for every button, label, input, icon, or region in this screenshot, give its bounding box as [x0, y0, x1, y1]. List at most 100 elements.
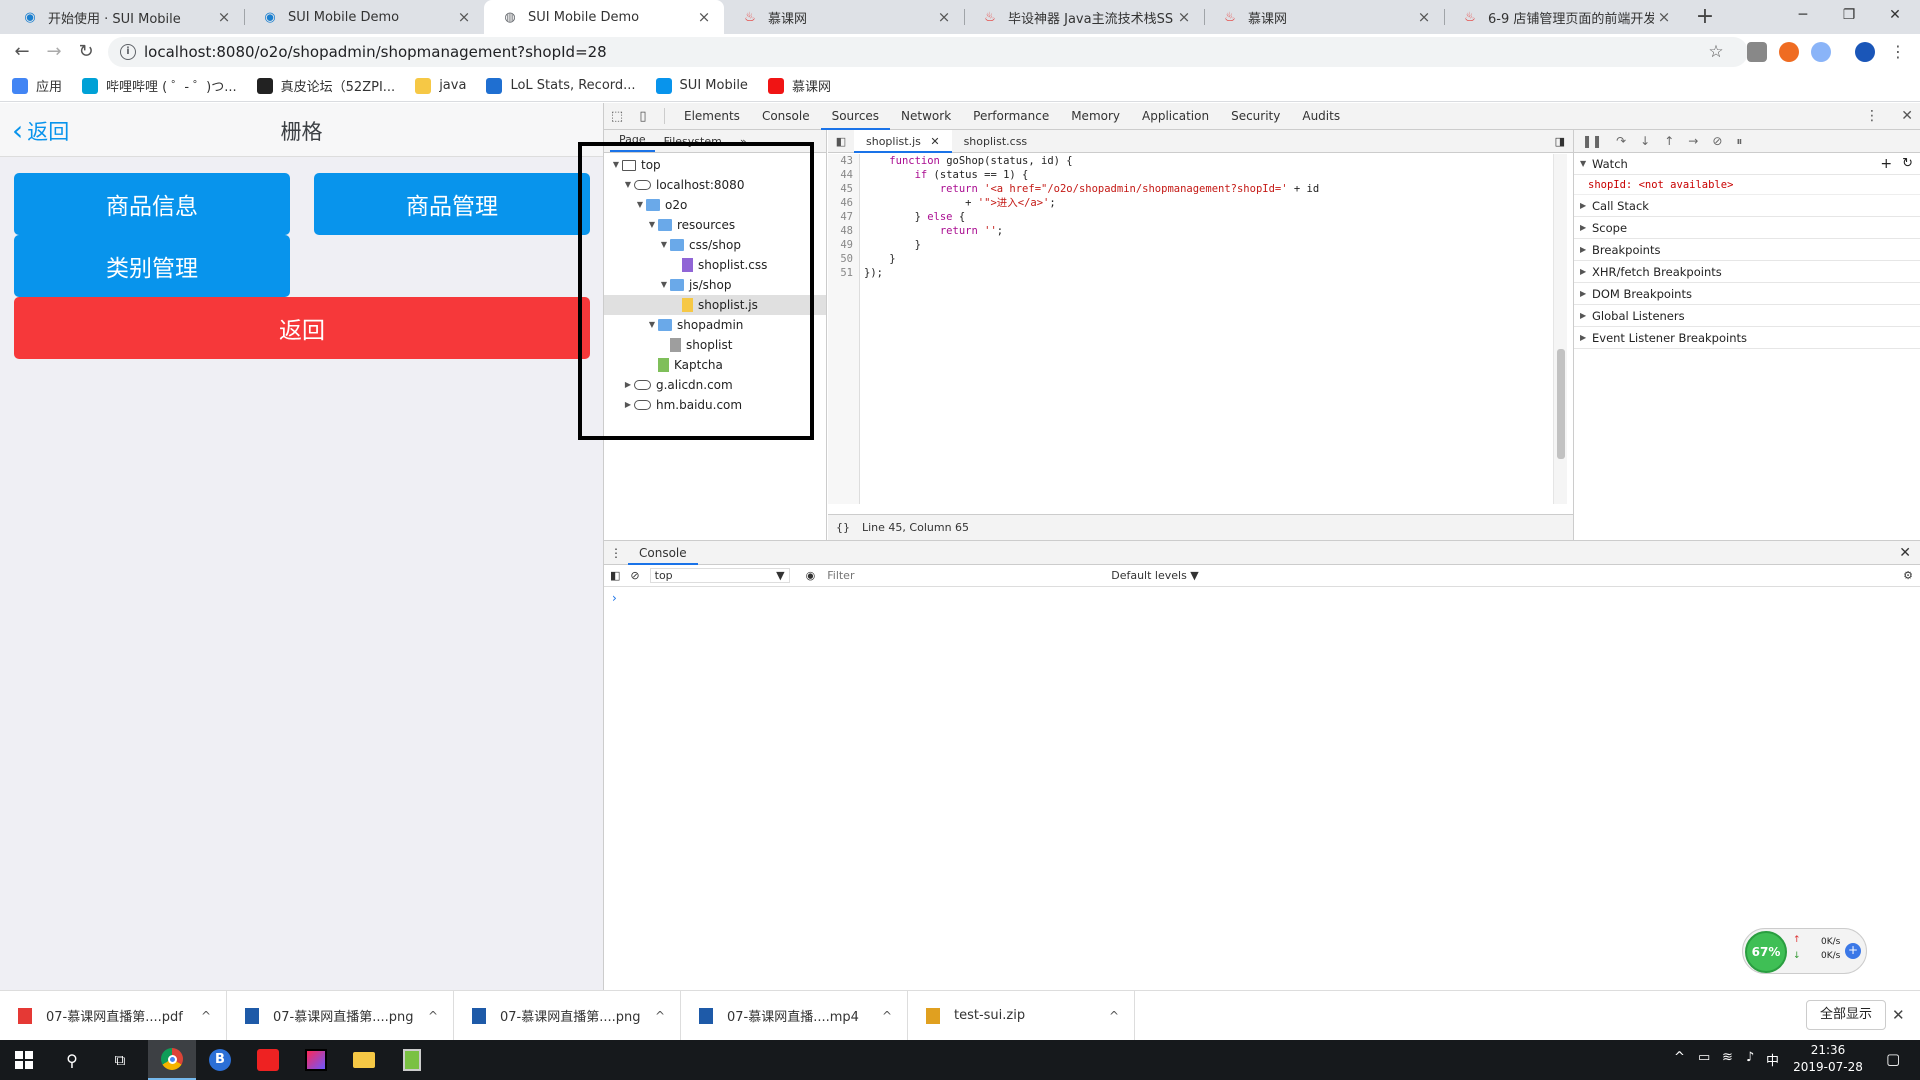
devtools-tab-network[interactable]: Network	[890, 103, 962, 130]
devtools-tab-security[interactable]: Security	[1220, 103, 1291, 130]
devtools-tab-application[interactable]: Application	[1131, 103, 1220, 130]
close-downloads-icon[interactable]: ✕	[1892, 1006, 1905, 1024]
kebab-icon[interactable]: ⋮	[1865, 108, 1879, 124]
browser-tab[interactable]: ♨ 慕课网 ×	[724, 0, 964, 34]
step-icon[interactable]: →	[1688, 134, 1698, 148]
wifi-icon[interactable]: ≋	[1722, 1050, 1733, 1065]
browser-tab[interactable]: ♨ 毕设神器 Java主流技术栈SSM+S×	[964, 0, 1204, 34]
chevron-up-icon[interactable]: ^	[867, 1009, 907, 1023]
pane-header[interactable]: ▶ Global Listeners	[1574, 305, 1920, 327]
search-icon[interactable]: ⚲	[48, 1040, 96, 1080]
return-button[interactable]: 返回	[14, 297, 590, 359]
deactivate-breakpoints-icon[interactable]: ⊘	[1712, 134, 1722, 148]
browser-tab[interactable]: ◉ 开始使用 · SUI Mobile ×	[4, 0, 244, 34]
menu-kebab-icon[interactable]: ⋮	[1884, 38, 1912, 66]
editor-scrollbar[interactable]	[1553, 154, 1567, 504]
drawer-tab-console[interactable]: Console	[628, 541, 698, 565]
close-devtools-icon[interactable]: ✕	[1901, 108, 1913, 124]
ime-indicator[interactable]: 中	[1766, 1050, 1779, 1069]
close-tab-icon[interactable]: ×	[1654, 8, 1674, 26]
tray-chevron-icon[interactable]: ^	[1674, 1050, 1685, 1065]
sidebar-toggle-icon[interactable]: ◧	[610, 569, 620, 582]
close-drawer-icon[interactable]: ✕	[1899, 545, 1911, 561]
drawer-menu-icon[interactable]: ⋮	[604, 546, 628, 560]
step-into-icon[interactable]: ↓	[1640, 134, 1650, 148]
windows-start-icon[interactable]	[0, 1040, 48, 1080]
close-window-button[interactable]: ✕	[1872, 0, 1918, 30]
devtools-tab-performance[interactable]: Performance	[962, 103, 1060, 130]
profile-avatar[interactable]	[1855, 42, 1875, 62]
console-filter-input[interactable]	[823, 566, 1104, 585]
address-bar[interactable]: i localhost:8080/o2o/shopadmin/shopmanag…	[108, 37, 1748, 67]
close-tab-icon[interactable]: ×	[1414, 8, 1434, 26]
download-item[interactable]: 07-慕课网直播....mp4 ^	[681, 990, 908, 1041]
devtools-tab-audits[interactable]: Audits	[1291, 103, 1351, 130]
category-manage-button[interactable]: 类别管理	[14, 235, 290, 297]
close-tab-icon[interactable]: ×	[934, 8, 954, 26]
download-item[interactable]: test-sui.zip ^	[908, 990, 1135, 1041]
product-info-button[interactable]: 商品信息	[14, 173, 290, 235]
chevron-up-icon[interactable]: ^	[640, 1009, 680, 1023]
device-toolbar-icon[interactable]: ▯	[630, 109, 656, 124]
app-taskbar-icon[interactable]	[244, 1040, 292, 1080]
editor-tab-shoplist-js[interactable]: shoplist.js ✕	[854, 129, 952, 153]
toggle-navigator-icon[interactable]: ◧	[828, 135, 854, 148]
chevron-up-icon[interactable]: ^	[413, 1009, 453, 1023]
close-tab-icon[interactable]: ×	[454, 8, 474, 26]
file-explorer-icon[interactable]	[340, 1040, 388, 1080]
chevron-up-icon[interactable]: ^	[1094, 1009, 1134, 1023]
bookmark-item[interactable]: 应用	[12, 76, 62, 95]
extension-icon[interactable]	[1779, 42, 1799, 62]
pane-header[interactable]: ▶ DOM Breakpoints	[1574, 283, 1920, 305]
task-view-icon[interactable]: ⧉	[96, 1040, 144, 1080]
watch-pane-header[interactable]: ▼ Watch + ↻	[1574, 153, 1920, 175]
maximize-button[interactable]: ❐	[1826, 0, 1872, 30]
info-icon[interactable]: i	[120, 44, 136, 60]
scroll-thumb[interactable]	[1557, 349, 1565, 459]
volume-icon[interactable]: ♪	[1746, 1050, 1754, 1065]
show-all-downloads-button[interactable]: 全部显示	[1806, 1000, 1886, 1030]
browser-tab[interactable]: ◍ SUI Mobile Demo ×	[484, 0, 724, 34]
reload-icon[interactable]: ↻	[72, 38, 100, 66]
context-select[interactable]: top ▼	[649, 568, 790, 583]
refresh-watch-icon[interactable]: ↻	[1902, 153, 1913, 175]
bookmark-item[interactable]: 慕课网	[767, 76, 831, 95]
chrome-taskbar-icon[interactable]	[148, 1040, 196, 1080]
minimize-button[interactable]: ─	[1780, 0, 1826, 30]
browser-tab[interactable]: ♨ 6-9 店铺管理页面的前端开发_慕×	[1444, 0, 1684, 34]
editor-tab-shoplist-css[interactable]: shoplist.css	[952, 130, 1040, 153]
product-manage-button[interactable]: 商品管理	[314, 173, 590, 235]
browser-b-taskbar-icon[interactable]: B	[196, 1040, 244, 1080]
toggle-debugger-icon[interactable]: ◨	[1555, 135, 1565, 148]
pane-header[interactable]: ▶ Event Listener Breakpoints	[1574, 327, 1920, 349]
eye-icon[interactable]: ◉	[806, 569, 816, 582]
network-speed-widget[interactable]: 67% ↑ ↓ 0K/s 0K/s +	[1742, 928, 1867, 974]
devtools-tab-memory[interactable]: Memory	[1060, 103, 1131, 130]
step-out-icon[interactable]: ↑	[1664, 134, 1674, 148]
inspect-element-icon[interactable]: ⬚	[604, 109, 630, 124]
notepad-taskbar-icon[interactable]	[388, 1040, 436, 1080]
add-icon[interactable]: +	[1845, 943, 1861, 959]
extension-icon[interactable]	[1811, 42, 1831, 62]
devtools-tab-console[interactable]: Console	[751, 103, 821, 130]
download-item[interactable]: 07-慕课网直播第....png ^	[454, 990, 681, 1041]
close-tab-icon[interactable]: ×	[694, 8, 714, 26]
forward-arrow-icon[interactable]: →	[40, 38, 68, 66]
download-item[interactable]: 07-慕课网直播第....pdf ^	[0, 990, 227, 1041]
new-tab-button[interactable]: +	[1692, 4, 1718, 30]
pane-header[interactable]: ▶ Call Stack	[1574, 195, 1920, 217]
clock[interactable]: 21:36 2019-07-28	[1780, 1042, 1876, 1076]
code-area[interactable]: 43 44 45 46 47 48 49 50 51 function goShop(statu…	[828, 154, 1553, 504]
download-item[interactable]: 07-慕课网直播第....png ^	[227, 990, 454, 1041]
close-tab-icon[interactable]: ✕	[930, 135, 939, 148]
step-over-icon[interactable]: ↷	[1616, 134, 1626, 148]
pane-header[interactable]: ▶ XHR/fetch Breakpoints	[1574, 261, 1920, 283]
bookmark-item[interactable]: 真皮论坛（52ZPI...	[256, 76, 395, 95]
log-levels-select[interactable]: Default levels ▼	[1111, 569, 1199, 582]
close-tab-icon[interactable]: ×	[1174, 8, 1194, 26]
notification-icon[interactable]: ▢	[1886, 1050, 1900, 1068]
watch-expression[interactable]: shopId: <not available>	[1574, 175, 1920, 195]
star-icon[interactable]: ☆	[1702, 38, 1730, 66]
pane-header[interactable]: ▶ Scope	[1574, 217, 1920, 239]
bookmark-item[interactable]: SUI Mobile	[655, 77, 748, 94]
